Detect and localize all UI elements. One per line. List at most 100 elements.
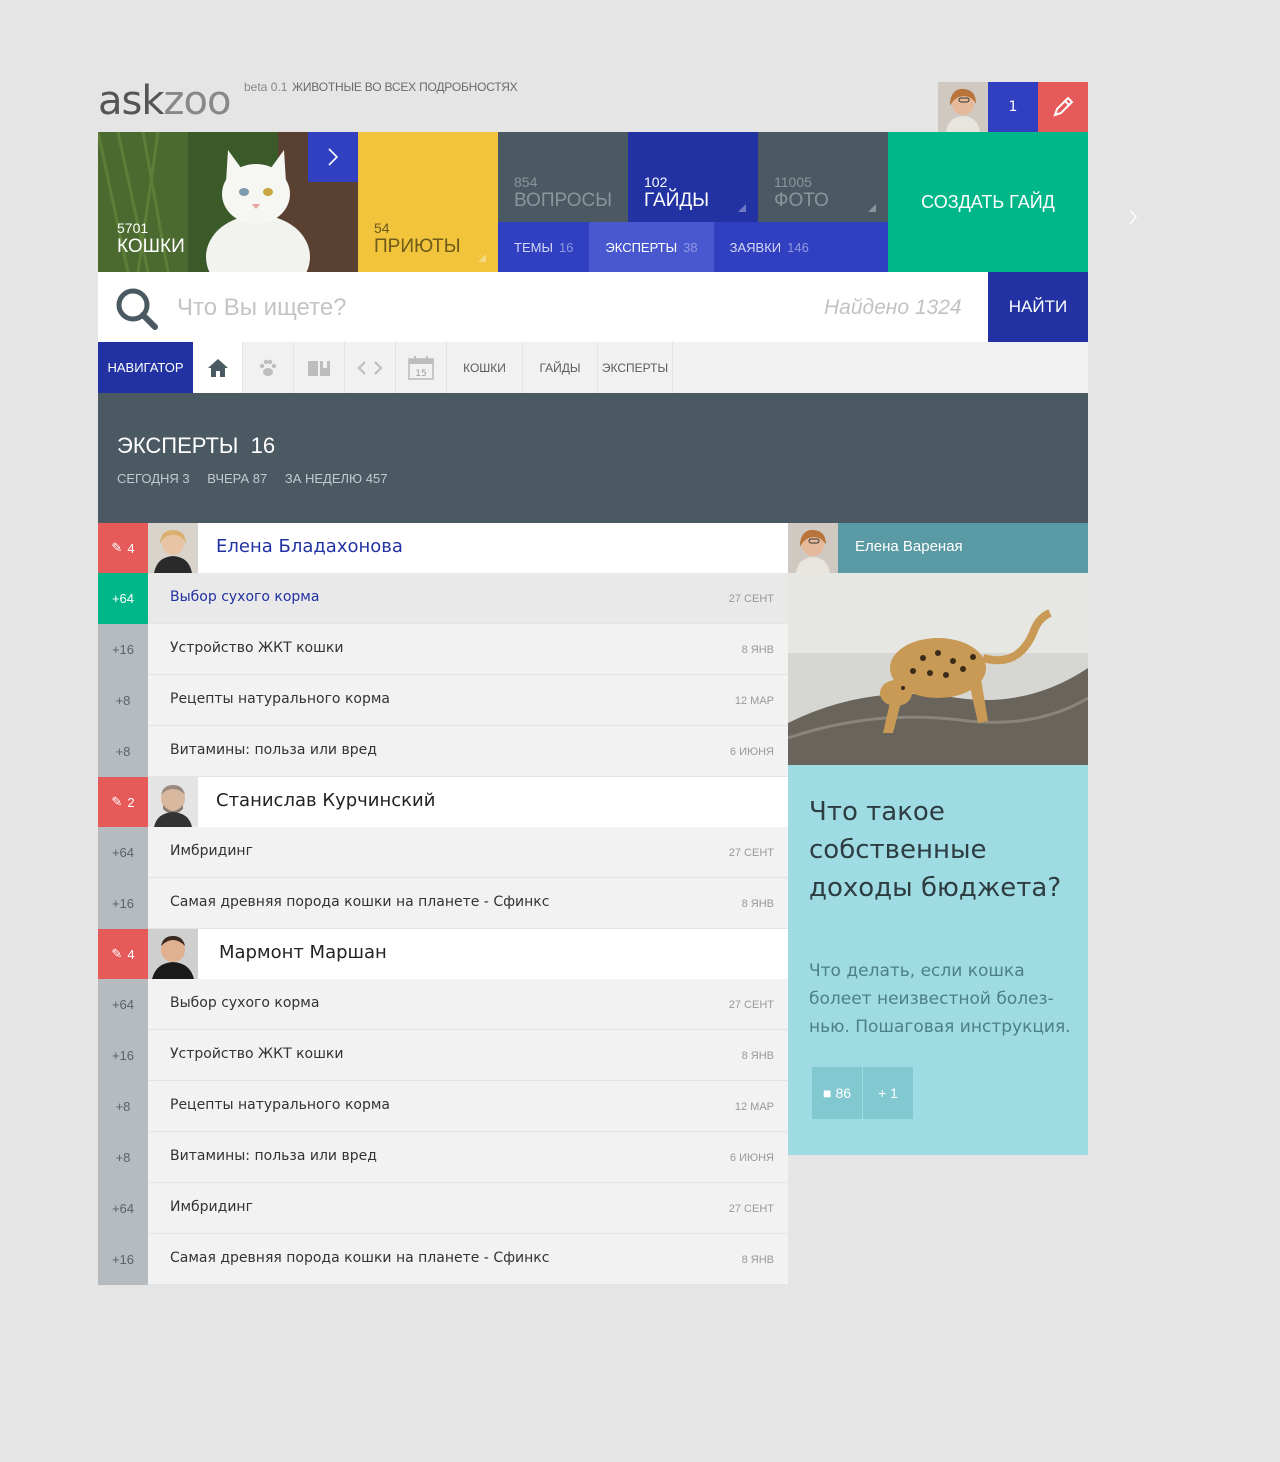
corner-icon [478, 254, 486, 262]
item-title[interactable]: Имбридинг [170, 843, 253, 859]
score-badge: +16 [98, 878, 148, 929]
experts-banner: ЭКСПЕРТЫ 16 СЕГОДНЯ 3 ВЧЕРА 87 ЗА НЕДЕЛЮ… [98, 393, 1088, 523]
pencil-icon: ✎ [111, 946, 123, 961]
list-item[interactable]: +64 Выбор сухого корма 27 СЕНТ [98, 573, 788, 624]
item-date: 12 МАР [734, 695, 774, 707]
avatar [148, 523, 198, 573]
tile-shelters[interactable]: 54 ПРИЮТЫ [358, 132, 498, 272]
stat-yesterday[interactable]: ВЧЕРА 87 [207, 471, 267, 486]
item-title[interactable]: Рецепты натурального корма [170, 1097, 390, 1113]
score-badge: +8 [98, 1081, 148, 1132]
experts-list: ✎ 4 Елена Бладахонова +64 Выбор сухого кор… [98, 523, 788, 1285]
score-badge: +64 [98, 573, 148, 624]
item-title[interactable]: Выбор сухого корма [170, 995, 319, 1011]
nav-code[interactable] [345, 342, 396, 393]
home-icon [207, 358, 228, 377]
item-date: 12 МАР [734, 1101, 774, 1113]
item-title[interactable]: Выбор сухого корма [170, 589, 319, 605]
item-date: 8 ЯНВ [741, 898, 774, 910]
tab-topics[interactable]: ТЕМЫ 16 [498, 222, 589, 272]
item-date: 27 СЕНТ [728, 1203, 774, 1215]
list-item[interactable]: +8 Витамины: польза или вред 6 ИЮНЯ [98, 1132, 788, 1183]
expert-name[interactable]: Мармонт Маршан [219, 942, 387, 963]
tile-cats[interactable]: 5701 КОШКИ [98, 132, 358, 272]
pencil-icon [1053, 96, 1074, 117]
item-date: 8 ЯНВ [741, 1050, 774, 1062]
navigator-button[interactable]: НАВИГАТОР [98, 342, 193, 393]
expert-row[interactable]: ✎ 4 Мармонт Маршан [98, 929, 788, 979]
comments-button[interactable]: ■ 86 [812, 1067, 862, 1119]
next-page-arrow[interactable] [1128, 208, 1138, 230]
tile-guides[interactable]: 102 ГАЙДЫ [628, 132, 758, 222]
score-badge: +16 [98, 1234, 148, 1285]
search-bar: Что Вы ищете? Найдено 1324 НАЙТИ [98, 272, 1088, 342]
navigator-bar: НАВИГАТОР 15 КОШКИ ГАЙДЫ ЭКСПЕРТЫ [98, 342, 1088, 393]
item-title[interactable]: Устройство ЖКТ кошки [170, 640, 343, 656]
tile-questions[interactable]: 854 ВОПРОСЫ [498, 132, 628, 222]
logo[interactable]: askzoo [98, 78, 231, 124]
list-item[interactable]: +16 Самая древняя порода кошки на планете… [98, 878, 788, 929]
item-title[interactable]: Имбридинг [170, 1199, 253, 1215]
featured-question[interactable]: Что такое собственные доходы бюджета? [809, 793, 1069, 907]
nav-link-cats[interactable]: КОШКИ [447, 342, 523, 393]
search-icon [116, 288, 158, 330]
tile-photos[interactable]: 11005 ФОТО [758, 132, 888, 222]
score-badge: +8 [98, 675, 148, 726]
experts-count: 16 [250, 433, 276, 458]
list-item[interactable]: +64 Имбридинг 27 СЕНТ [98, 1183, 788, 1234]
stat-today[interactable]: СЕГОДНЯ 3 [117, 471, 190, 486]
expert-name[interactable]: Станислав Курчинский [216, 790, 435, 811]
chevron-right-icon [328, 148, 339, 166]
featured-card[interactable]: Что такое собственные доходы бюджета? Чт… [788, 765, 1088, 1155]
tab-experts[interactable]: ЭКСПЕРТЫ 38 [589, 222, 714, 272]
nav-guides[interactable] [294, 342, 345, 393]
score-badge: +16 [98, 1030, 148, 1081]
item-title[interactable]: Самая древняя порода кошки на планете - … [170, 1250, 549, 1266]
expert-row[interactable]: ✎ 4 Елена Бладахонова [98, 523, 788, 573]
item-title[interactable]: Устройство ЖКТ кошки [170, 1046, 343, 1062]
search-button[interactable]: НАЙТИ [988, 272, 1088, 342]
pencil-icon: ✎ [111, 794, 123, 809]
list-item[interactable]: +16 Устройство ЖКТ кошки 8 ЯНВ [98, 1030, 788, 1081]
edit-button[interactable] [1038, 82, 1088, 132]
nav-home[interactable] [193, 342, 243, 393]
list-item[interactable]: +8 Витамины: польза или вред 6 ИЮНЯ [98, 726, 788, 777]
stat-week[interactable]: ЗА НЕДЕЛЮ 457 [285, 471, 388, 486]
item-title[interactable]: Рецепты натурального корма [170, 691, 390, 707]
featured-author[interactable]: Елена Вареная [788, 523, 1088, 573]
avatar [788, 523, 838, 573]
create-guide-button[interactable]: СОЗДАТЬ ГАЙД [888, 132, 1088, 272]
list-item[interactable]: +8 Рецепты натурального корма 12 МАР [98, 675, 788, 726]
list-item[interactable]: +64 Выбор сухого корма 27 СЕНТ [98, 979, 788, 1030]
nav-animals[interactable] [243, 342, 294, 393]
corner-icon [868, 204, 876, 212]
guides-count: 102 [644, 174, 668, 190]
nav-calendar[interactable]: 15 [396, 342, 447, 393]
tab-requests[interactable]: ЗАЯВКИ 146 [714, 222, 825, 272]
expert-name[interactable]: Елена Бладахонова [216, 536, 403, 557]
item-title[interactable]: Витамины: польза или вред [170, 1148, 377, 1164]
notification-count[interactable]: 1 [988, 82, 1038, 132]
item-date: 6 ИЮНЯ [729, 746, 774, 758]
featured-description: Что делать, если кошка болеет неизвестно… [809, 961, 1071, 1037]
nav-link-guides[interactable]: ГАЙДЫ [523, 342, 598, 393]
nav-link-experts[interactable]: ЭКСПЕРТЫ [598, 342, 673, 393]
featured-image[interactable] [788, 573, 1088, 765]
guide-count-badge: ✎ 4 [98, 523, 148, 573]
paw-icon [259, 359, 277, 376]
item-title[interactable]: Самая древняя порода кошки на планете - … [170, 894, 549, 910]
user-avatar[interactable] [938, 82, 988, 132]
cats-count: 5701 [117, 220, 149, 236]
list-item[interactable]: +16 Самая древняя порода кошки на планете… [98, 1234, 788, 1285]
author-name[interactable]: Елена Вареная [855, 538, 963, 555]
search-input[interactable]: Что Вы ищете? [177, 294, 347, 322]
expert-row[interactable]: ✎ 2 Станислав Курчинский [98, 777, 788, 827]
list-item[interactable]: +8 Рецепты натурального корма 12 МАР [98, 1081, 788, 1132]
list-item[interactable]: +64 Имбридинг 27 СЕНТ [98, 827, 788, 878]
cats-next-button[interactable] [308, 132, 358, 182]
list-item[interactable]: +16 Устройство ЖКТ кошки 8 ЯНВ [98, 624, 788, 675]
item-title[interactable]: Витамины: польза или вред [170, 742, 377, 758]
tagline: ЖИВОТНЫЕ ВО ВСЕХ ПОДРОБНОСТЯХ [292, 80, 518, 94]
plus-one-button[interactable]: + 1 [863, 1067, 913, 1119]
cats-label: КОШКИ [117, 236, 185, 257]
